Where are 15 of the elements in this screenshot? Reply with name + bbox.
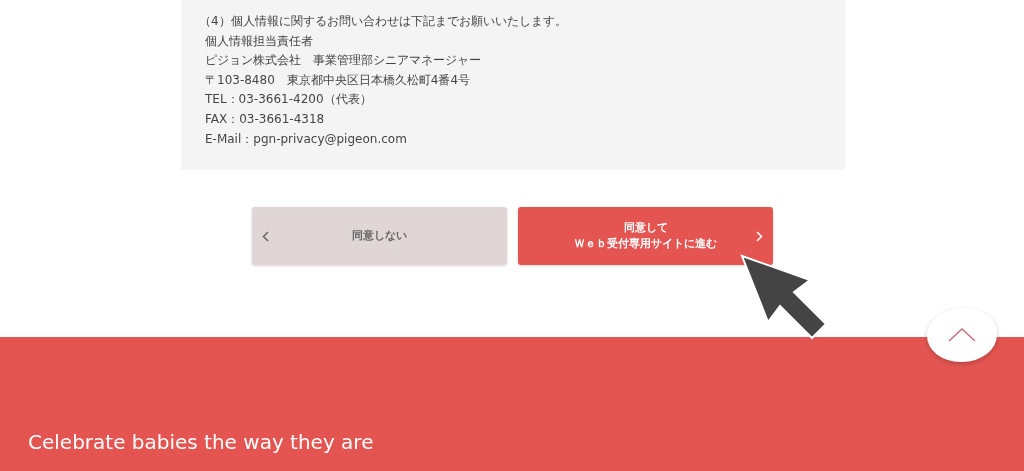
chevron-up-icon	[948, 328, 976, 342]
contact-heading: （4）個人情報に関するお問い合わせは下記までお願いいたします。	[199, 13, 568, 30]
contact-line: 個人情報担当責任者	[204, 32, 314, 50]
footer-tagline: Celebrate babies the way they are	[28, 429, 374, 456]
back-to-top-button[interactable]	[927, 308, 997, 362]
agree-button[interactable]: 同意して Ｗｅｂ受付専用サイトに進む	[518, 207, 773, 265]
chevron-right-icon	[756, 230, 763, 242]
contact-line: E-Mail：pgn-privacy@pigeon.com	[204, 130, 408, 148]
contact-line: 〒103-8480 東京都中央区日本橋久松町4番4号	[204, 71, 472, 89]
contact-line: ピジョン株式会社 事業管理部シニアマネージャー	[204, 52, 482, 70]
contact-line: FAX：03-3661-4318	[204, 110, 326, 128]
chevron-left-icon	[262, 230, 269, 242]
contact-line: TEL：03-3661-4200（代表）	[204, 91, 373, 109]
disagree-button[interactable]: 同意しない	[252, 207, 507, 265]
cursor-icon	[740, 254, 828, 340]
